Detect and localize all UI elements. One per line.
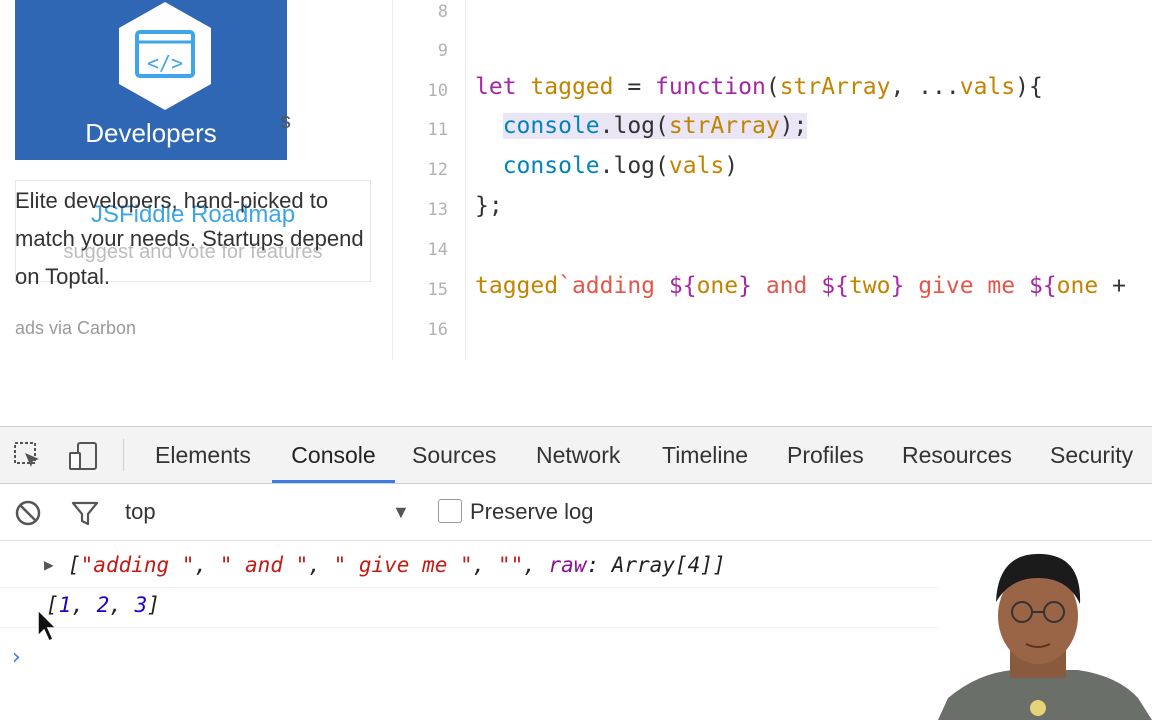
code-line[interactable]: 12 console.log(vals) xyxy=(393,150,1152,190)
code-line[interactable]: 15 tagged`adding ${one} and ${two} give … xyxy=(393,270,1152,310)
ad-via-link[interactable]: ads via Carbon xyxy=(15,318,136,339)
sidebar-ad-panel: </> Developers s JSFiddle Roadmap sugges… xyxy=(0,0,392,360)
tab-elements[interactable]: Elements xyxy=(155,427,251,483)
expand-triangle-icon[interactable]: ▶ xyxy=(44,555,54,574)
code-line[interactable]: 14 xyxy=(393,230,1152,270)
inspect-element-icon[interactable] xyxy=(13,441,43,471)
code-line[interactable]: 10 let tagged = function(strArray, ...va… xyxy=(393,71,1152,111)
tab-profiles[interactable]: Profiles xyxy=(787,427,864,483)
tab-console[interactable]: Console xyxy=(272,427,395,483)
tab-sources[interactable]: Sources xyxy=(412,427,496,483)
ad-image-caption: Developers xyxy=(85,118,217,148)
line-number: 16 xyxy=(427,320,448,340)
code-text: tagged`adding ${one} and ${two} give me … xyxy=(475,273,1126,299)
console-array-output[interactable]: [1, 2, 3] xyxy=(46,593,160,617)
code-line[interactable]: 13 }; xyxy=(393,190,1152,230)
ad-ghost-letter: s xyxy=(280,108,291,133)
tab-timeline[interactable]: Timeline xyxy=(662,427,748,483)
code-text: let tagged = function(strArray, ...vals)… xyxy=(475,74,1043,100)
code-text: }; xyxy=(475,193,503,219)
line-number: 14 xyxy=(427,240,448,260)
presenter-webcam-overlay xyxy=(938,548,1152,720)
context-selector[interactable]: top xyxy=(125,484,156,540)
preserve-log-checkbox[interactable] xyxy=(438,499,462,523)
clear-console-icon[interactable] xyxy=(13,498,43,528)
panel-gap xyxy=(0,360,1152,426)
device-mode-icon[interactable] xyxy=(68,441,98,471)
code-text: console.log(vals) xyxy=(502,153,739,179)
console-toolbar: top ▼ Preserve log xyxy=(0,484,1152,541)
tab-security[interactable]: Security xyxy=(1050,427,1133,483)
line-number: 15 xyxy=(427,280,448,300)
line-number: 12 xyxy=(427,160,448,180)
toolbar-divider xyxy=(123,439,124,471)
code-line[interactable]: 11 console.log(strArray); xyxy=(393,110,1152,150)
tab-resources[interactable]: Resources xyxy=(902,427,1012,483)
line-number: 11 xyxy=(427,120,448,140)
code-editor[interactable]: 8 9 10 let tagged = function(strArray, .… xyxy=(392,0,1152,360)
ad-image[interactable]: </> Developers xyxy=(15,0,287,160)
code-line[interactable]: 16 xyxy=(393,310,1152,350)
code-line[interactable]: 9 xyxy=(393,31,1152,71)
console-array-output[interactable]: ["adding ", " and ", " give me ", "", ra… xyxy=(68,553,726,577)
ad-copy[interactable]: Elite developers, hand-picked to match y… xyxy=(15,182,375,296)
filter-icon[interactable] xyxy=(70,498,100,528)
mouse-cursor-icon xyxy=(37,608,58,643)
line-number: 13 xyxy=(427,200,448,220)
code-text-highlighted: console.log(strArray); xyxy=(502,113,808,139)
preserve-log-label[interactable]: Preserve log xyxy=(470,484,594,540)
line-number: 8 xyxy=(437,2,448,22)
code-line[interactable]: 8 xyxy=(393,0,1152,32)
console-prompt[interactable]: › xyxy=(12,645,21,670)
svg-text:</>: </> xyxy=(147,51,183,75)
line-number: 9 xyxy=(437,41,448,61)
devtools-tab-bar: Elements Console Sources Network Timelin… xyxy=(0,427,1152,484)
tab-network[interactable]: Network xyxy=(536,427,620,483)
line-number: 10 xyxy=(427,81,448,101)
chevron-down-icon[interactable]: ▼ xyxy=(392,502,410,523)
developer-hexagon-logo: </> xyxy=(119,2,211,110)
